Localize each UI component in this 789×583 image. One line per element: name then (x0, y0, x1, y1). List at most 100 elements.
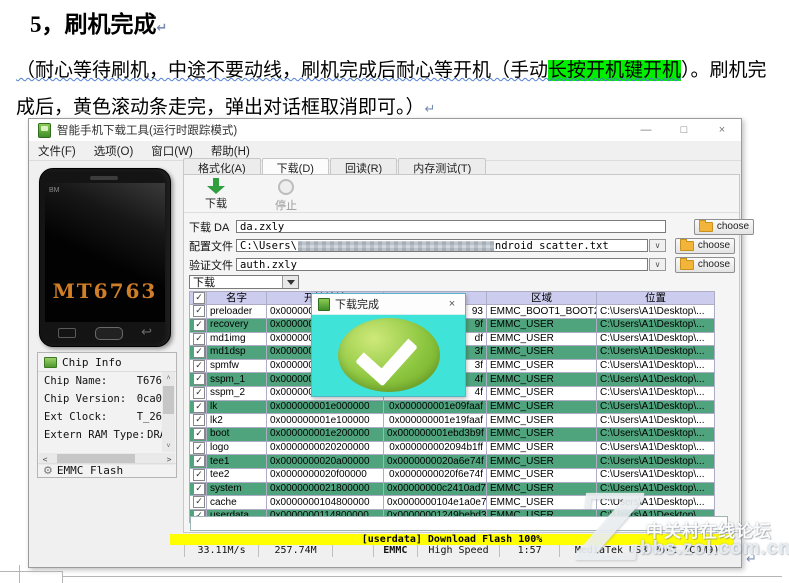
row-checkbox[interactable]: ✓ (193, 455, 205, 468)
cell-loc: C:\Users\A1\Desktop\... (596, 304, 715, 319)
row-checkbox[interactable]: ✓ (193, 319, 205, 331)
cell-name: lk (206, 399, 267, 415)
row-checkbox-cell: ✓ (189, 467, 207, 483)
phone-screen: BM MT6763 (45, 183, 165, 322)
download-button[interactable]: 下载 (194, 178, 238, 211)
row-checkbox[interactable]: ✓ (193, 469, 205, 481)
tab-strip: 格式化(A) 下载(D) 回读(R) 内存测试(T) (183, 158, 487, 175)
scatter-path-suffix: ndroid_scatter.txt (494, 239, 609, 252)
row-checkbox[interactable]: ✓ (193, 360, 205, 372)
row-checkbox-cell: ✓ (189, 413, 207, 428)
stop-button[interactable]: 停止 (264, 178, 308, 213)
dialog-close-button[interactable]: × (439, 298, 465, 310)
menu-item-options[interactable]: 选项(O) (85, 143, 143, 159)
tab-readback[interactable]: 回读(R) (329, 158, 398, 175)
row-checkbox-cell: ✓ (189, 345, 207, 360)
choose-label: choose (697, 259, 731, 270)
phone-speaker (90, 176, 118, 180)
cell-region: EMMC_USER (486, 358, 597, 374)
scrollbar-thumb[interactable] (163, 386, 174, 414)
cell-loc: C:\Users\A1\Desktop\... (596, 317, 715, 333)
chip-field-value: 0ca0 (136, 393, 162, 405)
maximize-button[interactable]: □ (665, 119, 703, 141)
table-border-tick (19, 565, 20, 583)
row-checkbox[interactable]: ✓ (193, 414, 205, 427)
cell-name: logo (206, 440, 267, 456)
cell-end: 0x000000001e09faaf (383, 399, 487, 415)
row-checkbox[interactable]: ✓ (193, 496, 205, 509)
row-checkbox-cell: ✓ (189, 399, 207, 415)
da-file-input[interactable]: da.zxly (236, 220, 666, 233)
tab-format[interactable]: 格式化(A) (183, 158, 261, 175)
row-checkbox[interactable]: ✓ (193, 387, 205, 400)
row-checkbox-cell: ✓ (189, 386, 207, 401)
da-choose-button[interactable]: choose (694, 218, 754, 235)
chip-field-label: Chip Name: (44, 375, 108, 387)
cell-name: cache (206, 495, 267, 510)
row-checkbox[interactable]: ✓ (193, 346, 205, 359)
flash-type-label: EMMC Flash (56, 464, 124, 477)
row-checkbox[interactable]: ✓ (193, 483, 205, 495)
flash-tool-window: 智能手机下载工具(运行时跟踪模式) — □ × 文件(F) 选项(O) 窗口(W) 帮… (28, 118, 754, 568)
select-all-checkbox[interactable]: ✓ (193, 292, 205, 304)
cell-end: 0x0000000020f6e74f (383, 467, 487, 483)
tab-download[interactable]: 下载(D) (261, 158, 329, 175)
chip-vertical-scrollbar[interactable]: ˄ ˅ (162, 372, 175, 452)
cell-loc: C:\Users\A1\Desktop\... (596, 331, 715, 347)
scroll-down-icon[interactable]: ˅ (162, 440, 175, 452)
cell-start: 0x000000001e200000 (266, 426, 384, 442)
row-checkbox-cell: ✓ (189, 372, 207, 388)
cell-loc: C:\Users\A1\Desktop\... (596, 372, 715, 388)
row-checkbox[interactable]: ✓ (193, 442, 205, 454)
folder-icon (679, 257, 694, 270)
chevron-down-icon[interactable] (282, 276, 298, 288)
cell-end: 0x0000000020a6e74f (383, 454, 487, 469)
row-checkbox-cell: ✓ (189, 495, 207, 510)
header-name: 名字 (206, 290, 267, 306)
chip-model-label: MT6763 (52, 279, 158, 303)
table-border-tick (62, 571, 63, 583)
da-file-value: da.zxly (240, 220, 285, 233)
row-checkbox[interactable]: ✓ (193, 305, 205, 318)
row-checkbox[interactable]: ✓ (193, 373, 205, 386)
partition-row-cache: ✓ cache 0x0000000104800000 0x0000000104e1a0… (189, 495, 715, 510)
chip-info-row: Chip Version: 0ca0 (38, 390, 162, 408)
menu-item-window[interactable]: 窗口(W) (142, 143, 202, 159)
auth-dropdown-icon[interactable]: ∨ (649, 258, 666, 271)
row-checkbox[interactable]: ✓ (193, 332, 205, 345)
cell-region: EMMC_USER (486, 426, 597, 442)
partition-row-boot: ✓ boot 0x000000001e200000 0x000000001ebd3b9… (189, 426, 715, 442)
scatter-choose-button[interactable]: choose (675, 237, 735, 254)
partition-row-logo: ✓ logo 0x0000000020200000 0x000000002094b1f… (189, 440, 715, 456)
scatter-file-input[interactable]: C:\Users\ ndroid_scatter.txt (236, 239, 648, 252)
window-titlebar: 智能手机下载工具(运行时跟踪模式) — □ × (29, 119, 741, 142)
cell-end: 0x00000000c2410ad7 (383, 481, 487, 497)
page-title: 5，刷机完成↵ (30, 12, 168, 37)
cell-name: recovery (206, 317, 267, 333)
phone-preview-image: BM MT6763 ↩ (39, 168, 171, 347)
scroll-up-icon[interactable]: ˄ (162, 372, 175, 384)
scatter-dropdown-icon[interactable]: ∨ (649, 239, 666, 252)
cell-region: EMMC_USER (486, 467, 597, 483)
chip-field-label: Chip Version: (44, 393, 127, 405)
row-checkbox-cell: ✓ (189, 440, 207, 456)
para-line1-post: ）。刷机完 (681, 60, 767, 81)
menu-item-help[interactable]: 帮助(H) (202, 143, 259, 159)
chip-field-value: T676 (136, 375, 162, 387)
cell-loc: C:\Users\A1\Desktop\... (596, 345, 715, 360)
auth-file-input[interactable]: auth.zxly (236, 258, 648, 271)
cell-start: 0x0000000104800000 (266, 495, 384, 510)
auth-choose-button[interactable]: choose (675, 256, 735, 273)
row-checkbox[interactable]: ✓ (193, 428, 205, 440)
row-checkbox[interactable]: ✓ (193, 401, 205, 413)
close-button[interactable]: × (703, 119, 741, 141)
chip-info-row: Ext Clock: T_26 (38, 408, 162, 426)
cell-name: lk2 (206, 413, 267, 428)
menu-item-file[interactable]: 文件(F) (29, 143, 85, 159)
cell-name: tee2 (206, 467, 267, 483)
cell-region: EMMC_USER (486, 345, 597, 360)
minimize-button[interactable]: — (627, 119, 665, 141)
mode-select[interactable]: 下载 (189, 275, 299, 289)
cell-name: system (206, 481, 267, 497)
tab-memory-test[interactable]: 内存测试(T) (398, 158, 487, 175)
